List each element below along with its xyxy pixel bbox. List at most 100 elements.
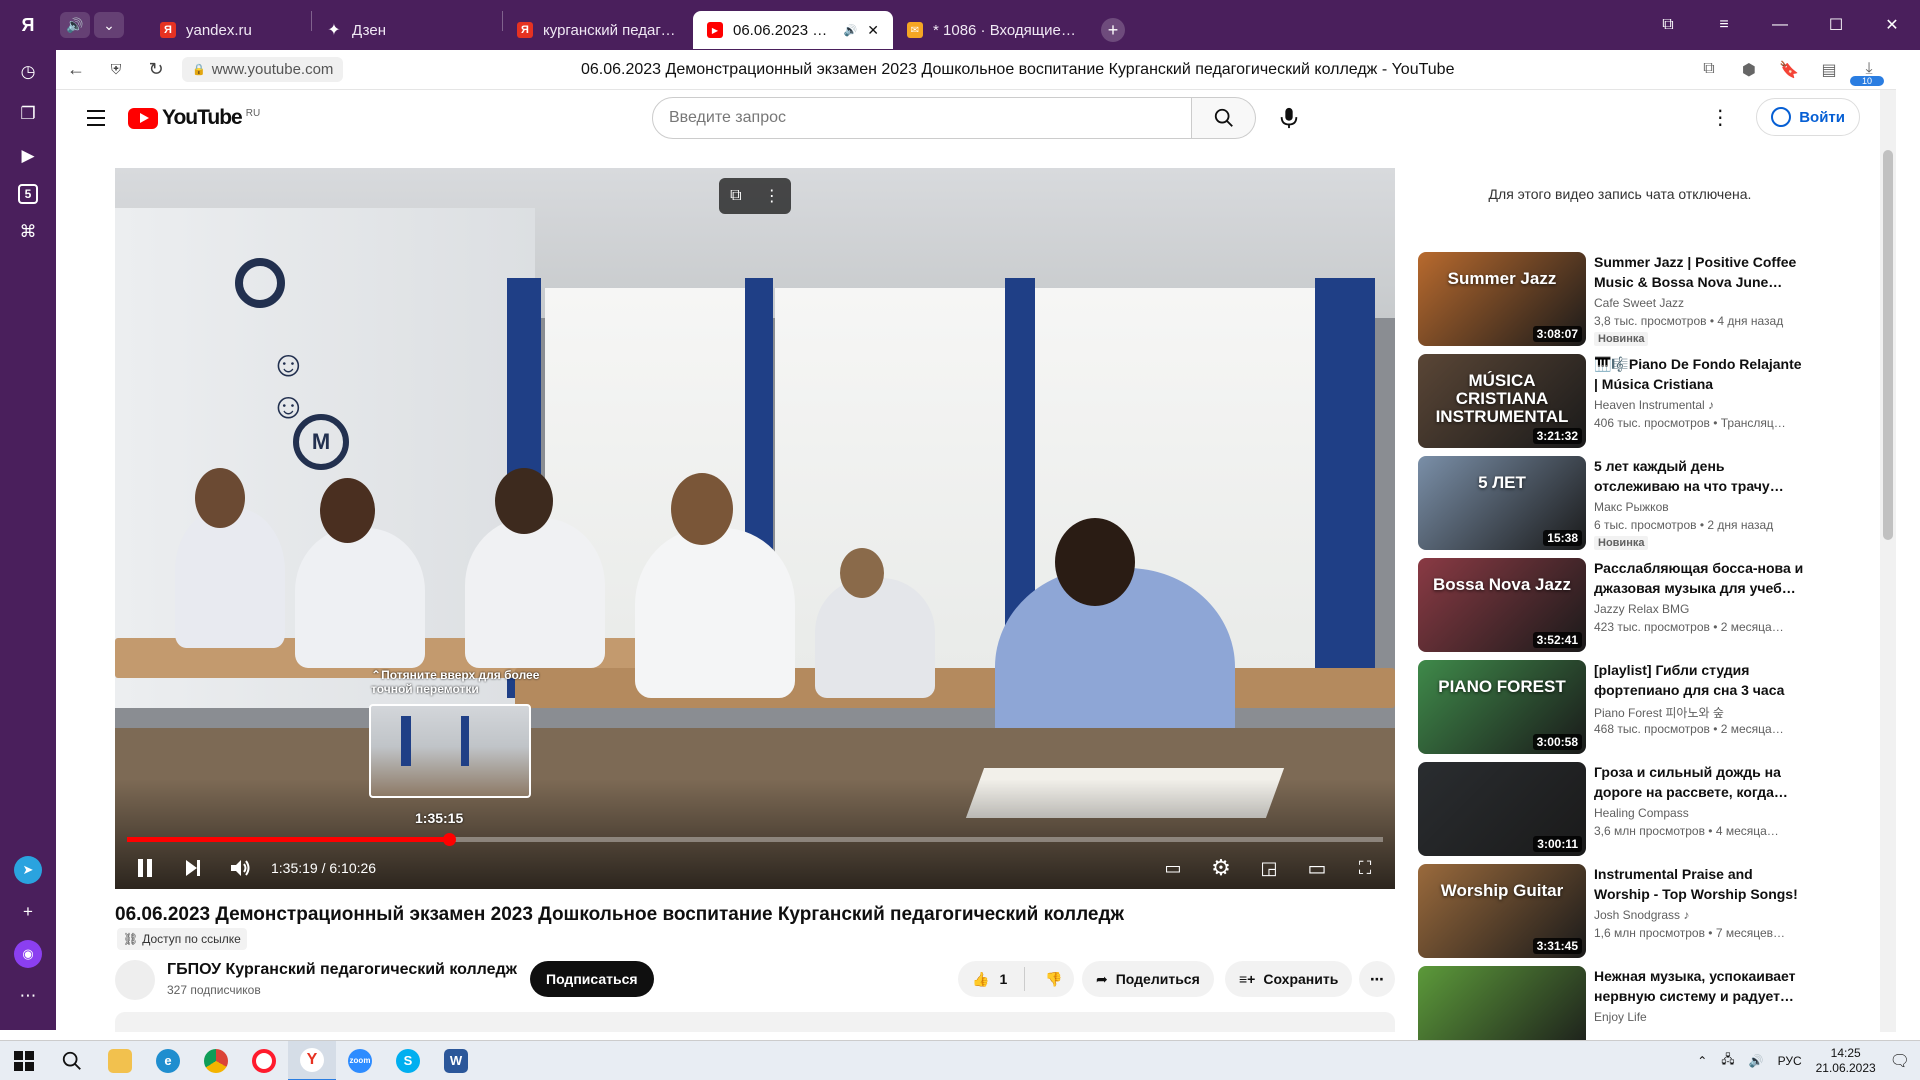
recommendation-item[interactable]: MÚSICA CRISTIANA INSTRUMENTAL 3:21:32 🎹🎼Pi… bbox=[1418, 354, 1822, 450]
miniplayer-button[interactable]: ◲ bbox=[1245, 848, 1293, 888]
video-thumbnail[interactable]: Bossa Nova Jazz 3:52:41 bbox=[1418, 558, 1586, 652]
taskbar-opera[interactable] bbox=[240, 1041, 288, 1080]
taskbar-word[interactable]: W bbox=[432, 1041, 480, 1080]
more-actions-button[interactable]: ⋯ bbox=[1359, 961, 1395, 997]
more-dots-icon[interactable]: ⋯ bbox=[14, 982, 42, 1010]
tray-expand-icon[interactable]: ⌃ bbox=[1697, 1054, 1707, 1068]
subscribe-button[interactable]: Подписаться bbox=[530, 961, 654, 997]
protect-button[interactable]: ⛨ bbox=[96, 50, 136, 90]
page-scrollbar[interactable] bbox=[1880, 90, 1896, 1032]
new-tab-button[interactable]: + bbox=[1093, 11, 1143, 49]
settings-button[interactable]: ⚙ bbox=[1197, 848, 1245, 888]
settings-kebab-icon[interactable]: ⋮ bbox=[1702, 105, 1738, 130]
dislike-button[interactable]: 👎 bbox=[1033, 971, 1074, 988]
reload-button[interactable]: ↻ bbox=[136, 50, 176, 90]
channel-link[interactable]: Piano Forest 피아노와 숲 bbox=[1594, 704, 1724, 721]
pause-button[interactable] bbox=[121, 848, 169, 888]
tabs-list-button[interactable]: ⌄ bbox=[94, 12, 124, 38]
channel-name[interactable]: ГБПОУ Курганский педагогический колледж bbox=[167, 961, 517, 979]
tab-yandex-mail[interactable]: ✉ * 1086 · Входящие — Янде bbox=[893, 11, 1093, 49]
history-icon[interactable]: ◷ bbox=[14, 58, 42, 86]
clock[interactable]: 14:25 21.06.2023 bbox=[1816, 1046, 1876, 1076]
save-button[interactable]: ≡+ Сохранить bbox=[1225, 961, 1353, 997]
notifications-icon[interactable]: 🗨 bbox=[1890, 1051, 1910, 1071]
menu-button[interactable] bbox=[76, 98, 116, 138]
video-player[interactable]: ☺☺ M ⧉ ⋮ ⌃Потяните вверх для более точно… bbox=[115, 168, 1395, 889]
video-title-link[interactable]: Расслабляющая босса-нова и джазовая музы… bbox=[1594, 558, 1804, 598]
share-external-icon[interactable]: ⧉ bbox=[730, 187, 741, 205]
tab-dzen[interactable]: ✦ Дзен bbox=[312, 11, 502, 49]
network-icon[interactable]: 🖧 bbox=[1721, 1050, 1734, 1071]
video-thumbnail[interactable]: MÚSICA CRISTIANA INSTRUMENTAL 3:21:32 bbox=[1418, 354, 1586, 448]
description-box[interactable] bbox=[115, 1012, 1395, 1032]
translate-icon[interactable]: ⧉ bbox=[1692, 60, 1726, 80]
recommendation-item[interactable]: Bossa Nova Jazz 3:52:41 Расслабляющая босс… bbox=[1418, 558, 1822, 654]
close-window-icon[interactable]: ✕ bbox=[1864, 0, 1920, 50]
video-icon[interactable]: ▶ bbox=[14, 142, 42, 170]
video-title-link[interactable]: [playlist] Гибли студия фортепиано для с… bbox=[1594, 660, 1804, 700]
subtitles-button[interactable]: ▭ bbox=[1149, 848, 1197, 888]
video-thumbnail[interactable]: PIANO FOREST 3:00:58 bbox=[1418, 660, 1586, 754]
mute-tabs-button[interactable]: 🔊 bbox=[60, 12, 90, 38]
tab-search-college[interactable]: Я курганский педагогическ bbox=[503, 11, 693, 49]
add-panel-icon[interactable]: + bbox=[14, 898, 42, 926]
channel-link[interactable]: Heaven Instrumental ♪ bbox=[1594, 398, 1714, 412]
player-more-icon[interactable]: ⋮ bbox=[764, 186, 780, 206]
recommendation-item[interactable]: 5 ЛЕТ 15:38 5 лет каждый день отслеживаю н… bbox=[1418, 456, 1822, 552]
scrollbar-thumb[interactable] bbox=[1883, 150, 1893, 540]
share-button[interactable]: ➦ Поделиться bbox=[1082, 961, 1214, 997]
taskbar-chrome[interactable] bbox=[192, 1041, 240, 1080]
taskbar-zoom[interactable]: zoom bbox=[336, 1041, 384, 1080]
alice-icon[interactable]: ◉ bbox=[14, 940, 42, 968]
like-button[interactable]: 👍 1 bbox=[958, 967, 1026, 991]
collections-icon[interactable]: ⧉ bbox=[1640, 0, 1696, 50]
taskbar-search-button[interactable] bbox=[48, 1041, 96, 1080]
video-thumbnail[interactable]: 3:00:11 bbox=[1418, 762, 1586, 856]
collections-sidebar-icon[interactable]: ❐ bbox=[14, 100, 42, 128]
channel-link[interactable]: Макс Рыжков bbox=[1594, 500, 1669, 514]
tab-youtube-video[interactable]: ▶ 06.06.2023 Демонстр 🔊 ✕ bbox=[693, 11, 893, 49]
recommendation-item[interactable]: Summer Jazz 3:08:07 Summer Jazz | Positive… bbox=[1418, 252, 1822, 348]
telegram-icon[interactable]: ➤ bbox=[14, 856, 42, 884]
back-button[interactable]: ← bbox=[56, 50, 96, 90]
downloads-icon[interactable]: ⤓ 10 bbox=[1850, 60, 1886, 86]
channel-link[interactable]: Cafe Sweet Jazz bbox=[1594, 296, 1684, 310]
signin-button[interactable]: Войти bbox=[1756, 98, 1860, 136]
next-button[interactable] bbox=[169, 848, 217, 888]
start-button[interactable] bbox=[0, 1041, 48, 1080]
language-indicator[interactable]: РУС bbox=[1778, 1054, 1802, 1068]
recommendation-item[interactable]: Worship Guitar 3:31:45 Instrumental Praise… bbox=[1418, 864, 1822, 960]
channel-link[interactable]: Enjoy Life bbox=[1594, 1010, 1647, 1024]
video-title-link[interactable]: Нежная музыка, успокаивает нервную систе… bbox=[1594, 966, 1804, 1006]
progress-bar[interactable] bbox=[127, 833, 1383, 846]
screenshot-icon[interactable]: ⌘ bbox=[14, 218, 42, 246]
reading-list-icon[interactable]: ▤ bbox=[1812, 60, 1846, 80]
channel-link[interactable]: Josh Snodgrass ♪ bbox=[1594, 908, 1689, 922]
recommendation-item[interactable]: PIANO FOREST 3:00:58 [playlist] Гибли студ… bbox=[1418, 660, 1822, 756]
five-icon[interactable]: 5 bbox=[18, 184, 38, 204]
video-title-link[interactable]: 🎹🎼Piano De Fondo Relajante | Música Cris… bbox=[1594, 354, 1804, 394]
maximize-icon[interactable]: ☐ bbox=[1808, 0, 1864, 50]
video-title-link[interactable]: Summer Jazz | Positive Coffee Music & Bo… bbox=[1594, 252, 1804, 292]
extension-icon[interactable]: ⬢ bbox=[1732, 60, 1766, 80]
channel-link[interactable]: Healing Compass bbox=[1594, 806, 1689, 820]
minimize-icon[interactable]: — bbox=[1752, 0, 1808, 50]
tab-close-icon[interactable]: ✕ bbox=[867, 22, 879, 39]
browser-menu-icon[interactable]: ≡ bbox=[1696, 0, 1752, 50]
fullscreen-button[interactable]: ⛶ bbox=[1341, 848, 1389, 888]
theater-mode-button[interactable]: ▭ bbox=[1293, 848, 1341, 888]
video-title-link[interactable]: Instrumental Praise and Worship - Top Wo… bbox=[1594, 864, 1804, 904]
taskbar-skype[interactable]: S bbox=[384, 1041, 432, 1080]
tab-yandex[interactable]: Я yandex.ru bbox=[146, 11, 311, 49]
video-thumbnail[interactable]: Summer Jazz 3:08:07 bbox=[1418, 252, 1586, 346]
bookmark-icon[interactable]: 🔖 bbox=[1772, 60, 1806, 80]
taskbar-edge[interactable]: e bbox=[144, 1041, 192, 1080]
voice-search-button[interactable] bbox=[1268, 97, 1310, 139]
video-thumbnail[interactable]: Worship Guitar 3:31:45 bbox=[1418, 864, 1586, 958]
yandex-menu-button[interactable]: Я bbox=[0, 0, 56, 50]
youtube-logo[interactable]: YouTube RU bbox=[128, 106, 260, 130]
volume-button[interactable] bbox=[217, 848, 265, 888]
search-input[interactable] bbox=[652, 97, 1192, 139]
url-field[interactable]: 🔒 www.youtube.com bbox=[182, 57, 344, 82]
recommendation-item[interactable]: 3:00:11 Гроза и сильный дождь на дороге н… bbox=[1418, 762, 1822, 858]
